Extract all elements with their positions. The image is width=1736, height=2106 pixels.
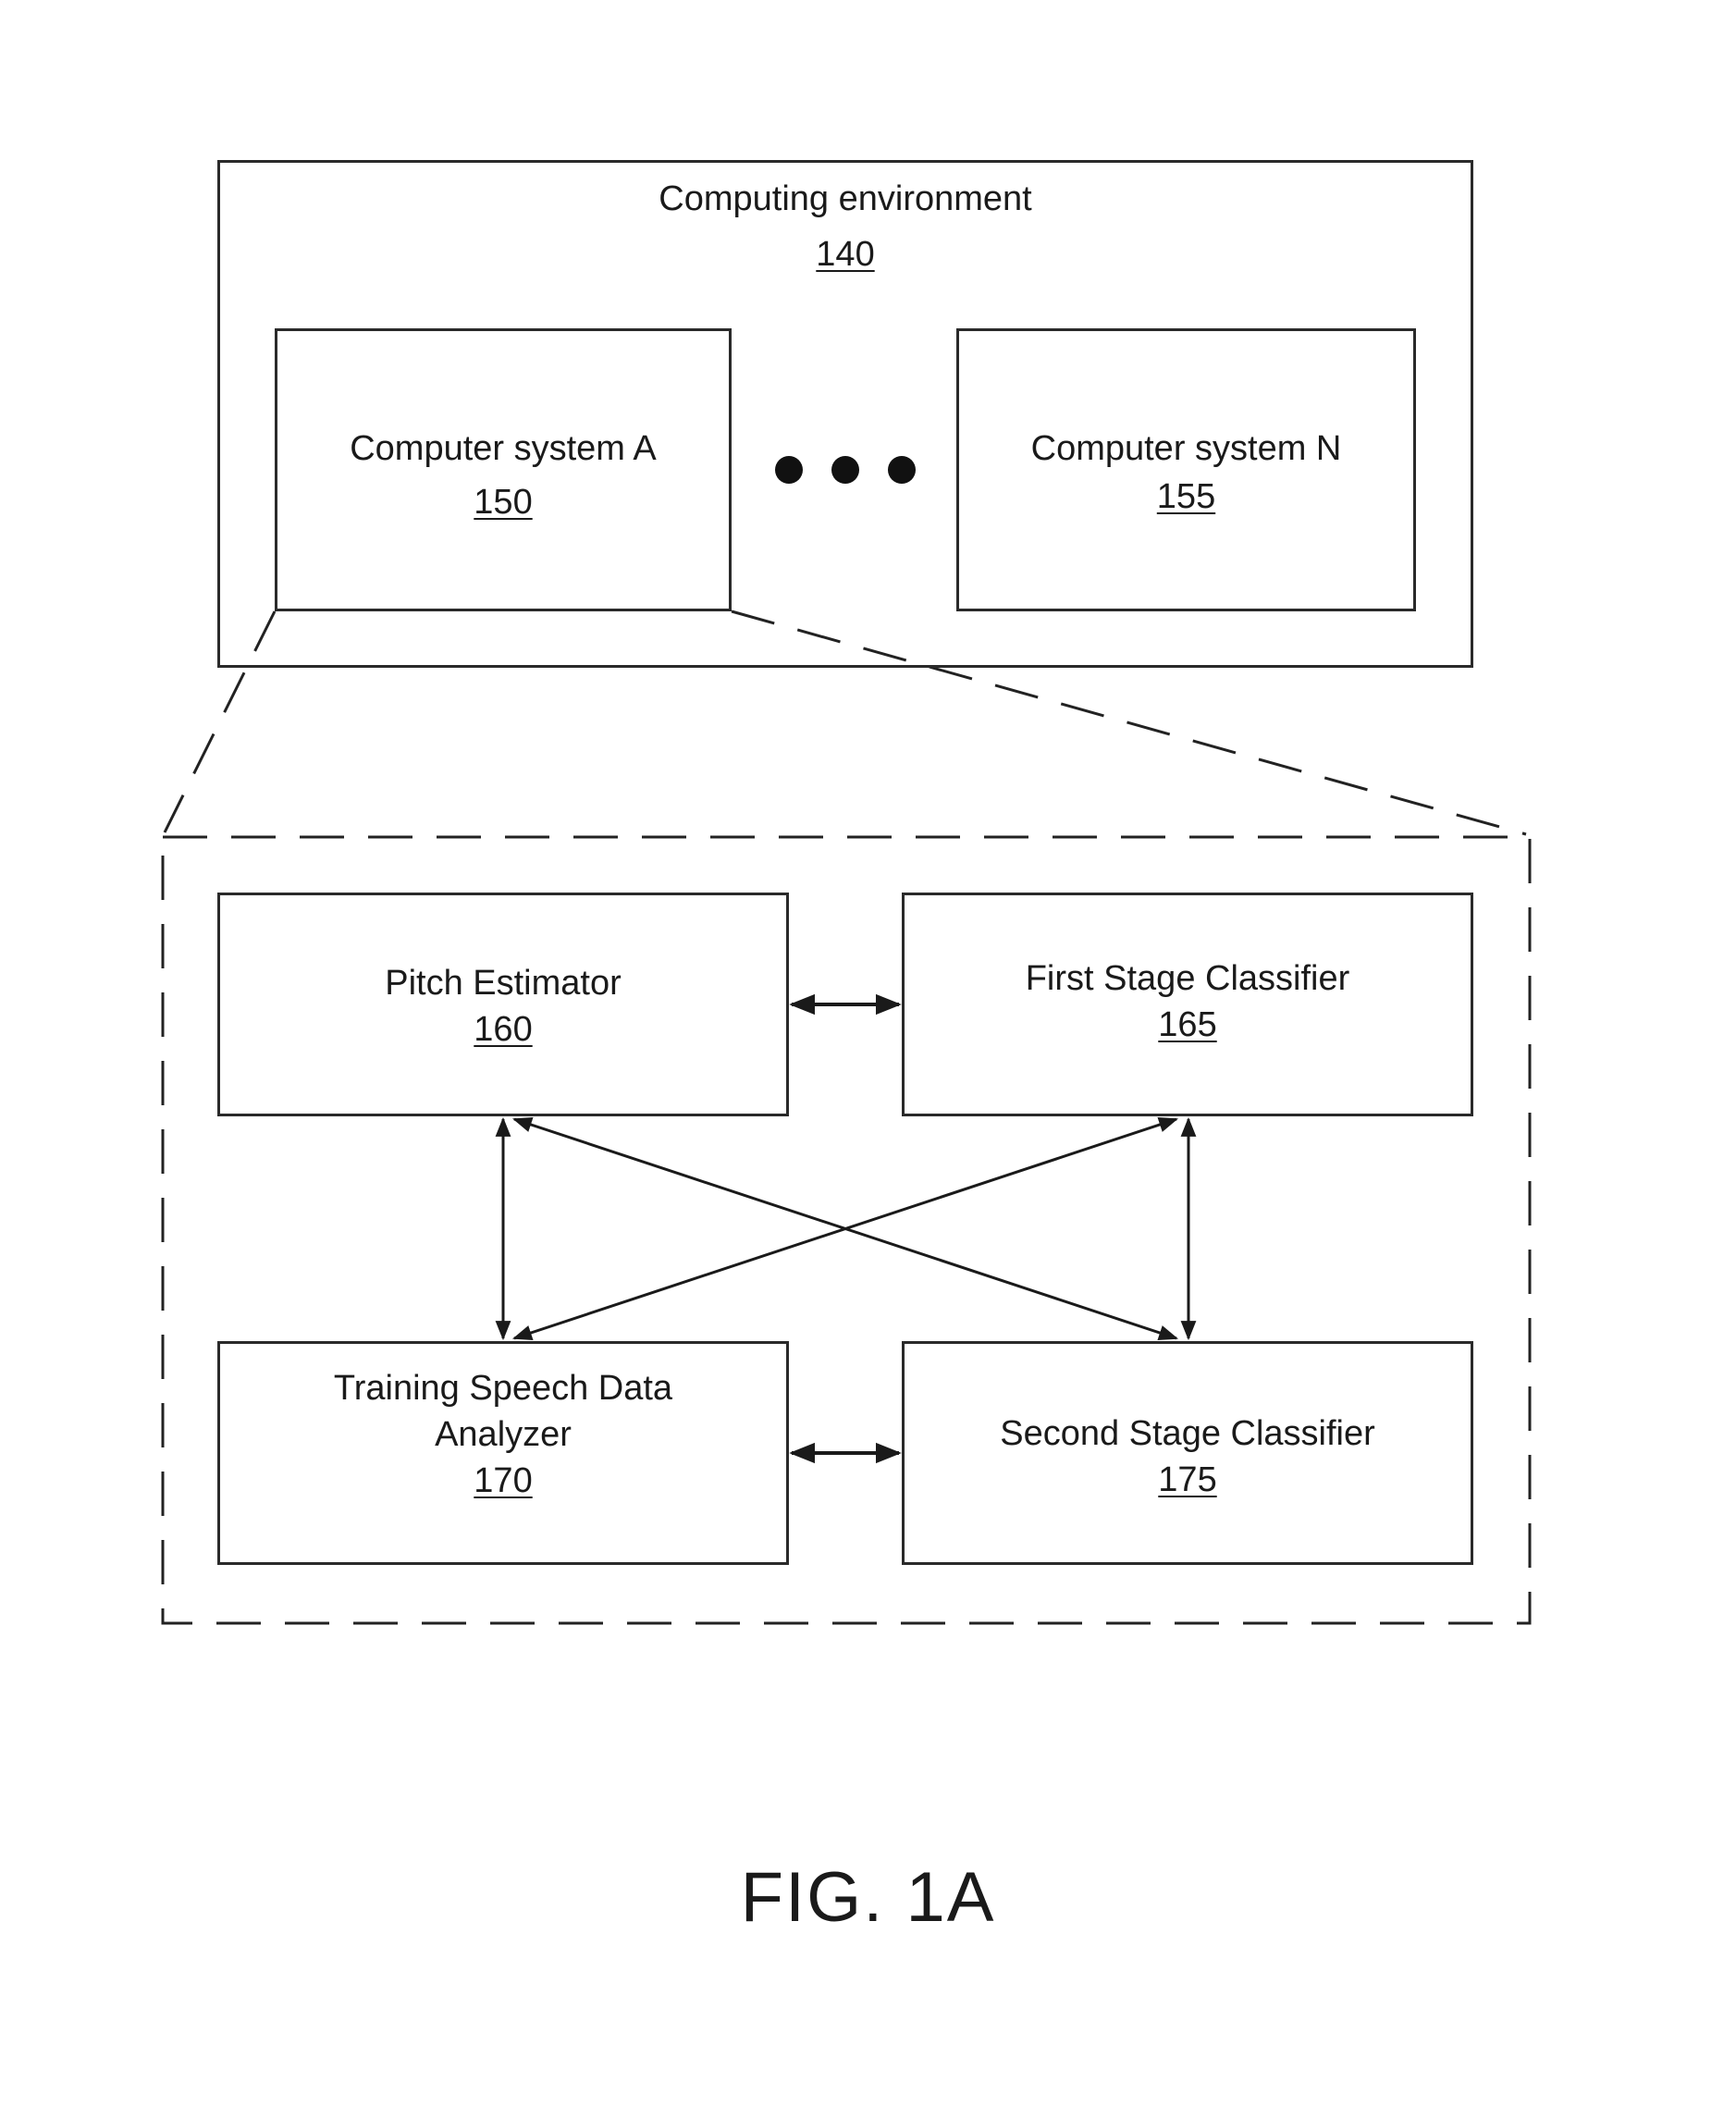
second-stage-classifier-title: Second Stage Classifier <box>1000 1414 1375 1453</box>
first-stage-classifier-ref: 165 <box>1158 1005 1217 1044</box>
computer-system-a-ref: 150 <box>474 483 533 522</box>
first-stage-classifier-title: First Stage Classifier <box>1025 959 1350 998</box>
pitch-estimator-ref: 160 <box>474 1010 533 1049</box>
second-stage-classifier-ref: 175 <box>1158 1460 1217 1499</box>
computer-system-n-box: Computer system N 155 <box>956 328 1416 611</box>
computer-system-a-box: Computer system A 150 <box>275 328 732 611</box>
training-speech-data-analyzer-ref: 170 <box>474 1461 533 1500</box>
first-stage-classifier-ref-wrap: 165 <box>905 1002 1471 1048</box>
figure-label: FIG. 1A <box>740 1858 996 1937</box>
computing-environment-title: Computing environment <box>659 179 1032 218</box>
second-stage-classifier-ref-wrap: 175 <box>905 1457 1471 1503</box>
computer-system-n-ref-wrap: 155 <box>959 474 1413 520</box>
training-speech-data-analyzer-box: Training Speech Data Analyzer 170 <box>217 1341 789 1565</box>
computer-system-n-ref: 155 <box>1156 477 1216 516</box>
pitch-estimator-box: Pitch Estimator 160 <box>217 893 789 1116</box>
computing-environment-ref: 140 <box>816 235 875 274</box>
second-stage-classifier-box: Second Stage Classifier 175 <box>902 1341 1473 1565</box>
first-stage-classifier-box: First Stage Classifier 165 <box>902 893 1473 1116</box>
computer-system-n-title: Computer system N <box>1030 429 1342 468</box>
computer-system-a-title: Computer system A <box>350 429 657 468</box>
training-speech-data-analyzer-title-line1: Training Speech Data <box>333 1369 673 1408</box>
pitch-estimator-ref-wrap: 160 <box>220 1006 786 1053</box>
pitch-estimator-title: Pitch Estimator <box>385 964 622 1003</box>
training-speech-data-analyzer-title-line2: Analyzer <box>435 1415 572 1454</box>
training-speech-data-analyzer-ref-wrap: 170 <box>220 1458 786 1504</box>
computer-system-a-ref-wrap: 150 <box>277 479 729 525</box>
